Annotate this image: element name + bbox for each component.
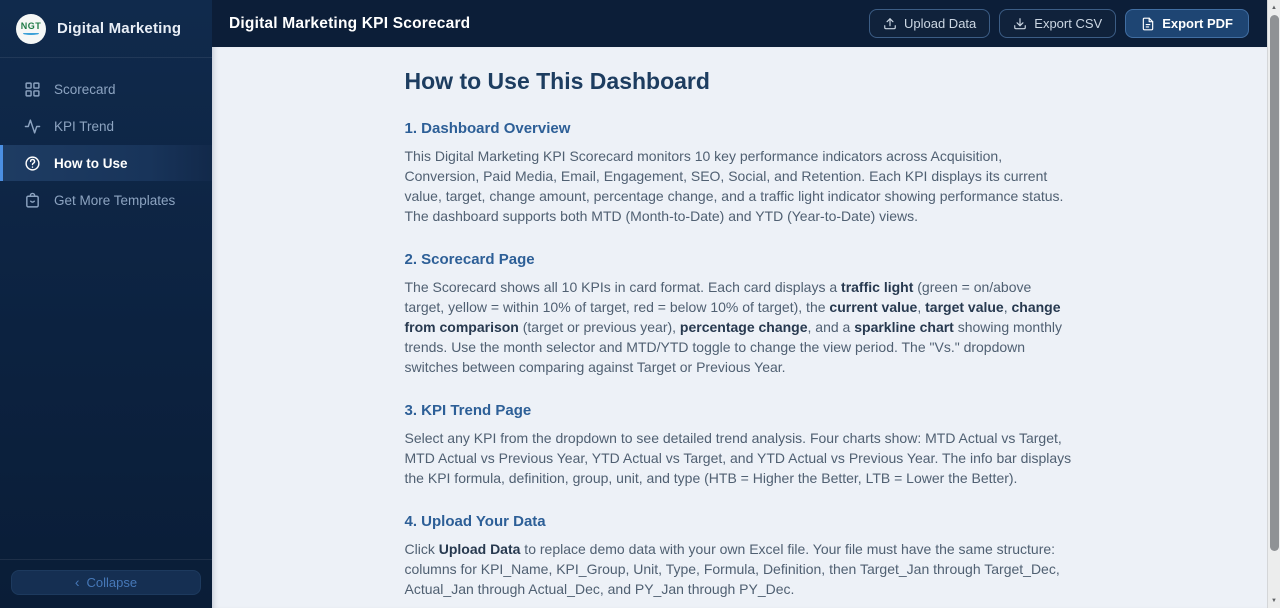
body-text: Select any KPI from the dropdown to see …: [404, 430, 1072, 486]
export-csv-label: Export CSV: [1034, 16, 1103, 31]
section-paragraph: Select any KPI from the dropdown to see …: [405, 428, 1075, 488]
app-window: NGT Digital Marketing Scorecard KPI Tren…: [0, 0, 1280, 608]
scroll-up-icon[interactable]: ▲: [1268, 1, 1280, 14]
sidebar: NGT Digital Marketing Scorecard KPI Tren…: [0, 0, 212, 608]
sidebar-item-label: How to Use: [54, 155, 128, 171]
body-text: Click: [404, 541, 439, 557]
shopping-bag-icon: [24, 192, 41, 209]
page-title: Digital Marketing KPI Scorecard: [229, 14, 471, 32]
sidebar-nav: Scorecard KPI Trend How to Use Get More …: [0, 58, 212, 559]
bold-text: target value: [925, 299, 1004, 315]
body-text: (target or previous year),: [518, 319, 680, 335]
doc-title: How to Use This Dashboard: [404, 68, 710, 94]
activity-icon: [24, 118, 41, 135]
bold-text: sparkline chart: [854, 319, 954, 335]
content-area: How to Use This Dashboard 1. Dashboard O…: [212, 47, 1267, 608]
body-text: ,: [1003, 299, 1012, 315]
brand-logo: NGT: [16, 13, 46, 44]
section-paragraph: The Scorecard shows all 10 KPIs in card …: [405, 277, 1075, 377]
sidebar-item-label: KPI Trend: [54, 118, 115, 134]
section-paragraph: This Digital Marketing KPI Scorecard mon…: [405, 146, 1075, 226]
howto-sections: 1. Dashboard Overview This Digital Market…: [405, 120, 1075, 608]
upload-data-label: Upload Data: [904, 16, 977, 31]
sidebar-item-label: Get More Templates: [54, 192, 176, 208]
sidebar-item-label: Scorecard: [54, 81, 116, 97]
body-text: , and a: [807, 319, 855, 335]
section-heading: 1. Dashboard Overview: [404, 120, 571, 137]
sidebar-footer: ‹ Collapse: [0, 559, 212, 608]
sidebar-item-how-to-use[interactable]: How to Use: [0, 145, 212, 181]
download-icon: [1013, 17, 1027, 31]
sidebar-header: NGT Digital Marketing: [0, 0, 212, 58]
section-paragraph: Click Upload Data to replace demo data w…: [405, 539, 1075, 599]
collapse-button[interactable]: ‹ Collapse: [11, 570, 201, 595]
body-text: This Digital Marketing KPI Scorecard mon…: [404, 148, 1064, 224]
bold-text: Upload Data: [438, 541, 521, 557]
help-circle-icon: [24, 155, 41, 172]
bold-text: percentage change: [679, 319, 808, 335]
topbar: Digital Marketing KPI Scorecard Upload D…: [212, 0, 1267, 47]
export-pdf-button[interactable]: Export PDF: [1125, 9, 1249, 38]
howto-doc: How to Use This Dashboard 1. Dashboard O…: [405, 47, 1075, 608]
section-heading: 2. Scorecard Page: [404, 251, 535, 268]
upload-data-button[interactable]: Upload Data: [869, 9, 991, 38]
upload-icon: [883, 17, 897, 31]
export-pdf-label: Export PDF: [1162, 16, 1233, 31]
grid-icon: [24, 81, 41, 98]
file-icon: [1141, 17, 1155, 31]
bold-text: current value: [829, 299, 918, 315]
section-heading: 3. KPI Trend Page: [404, 402, 532, 419]
collapse-label: Collapse: [86, 575, 138, 590]
section-heading: 4. Upload Your Data: [404, 513, 546, 530]
body-text: The Scorecard shows all 10 KPIs in card …: [404, 279, 842, 295]
brand-name: Digital Marketing: [57, 20, 182, 37]
chevron-left-icon: ‹: [74, 574, 80, 590]
export-csv-button[interactable]: Export CSV: [999, 9, 1117, 38]
sidebar-item-get-more-templates[interactable]: Get More Templates: [0, 182, 212, 218]
brand-logo-swoosh: [23, 32, 39, 35]
scrollbar[interactable]: ▲ ▼: [1267, 0, 1280, 608]
body-text: ,: [917, 299, 926, 315]
topbar-actions: Upload Data Export CSV Export PDF: [869, 9, 1249, 38]
bold-text: traffic light: [841, 279, 914, 295]
sidebar-item-scorecard[interactable]: Scorecard: [0, 71, 212, 107]
main-area: Digital Marketing KPI Scorecard Upload D…: [212, 0, 1267, 608]
scrollbar-thumb[interactable]: [1270, 15, 1279, 551]
sidebar-item-kpi-trend[interactable]: KPI Trend: [0, 108, 212, 144]
brand-logo-text: NGT: [20, 21, 42, 31]
scroll-down-icon[interactable]: ▼: [1268, 594, 1280, 607]
